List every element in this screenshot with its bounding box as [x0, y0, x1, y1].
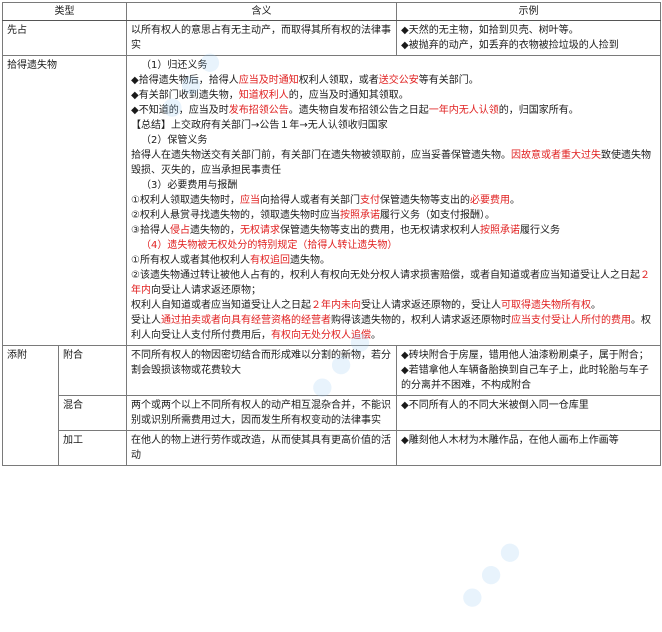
paragraph: 受让人通过拍卖或者向具有经营资格的经营者购得该遗失物的，权利人请求返还原物时应当…	[131, 315, 651, 341]
example-xianzhan: ◆天然的无主物，如拾到贝壳、树叶等。 ◆被抛弃的动产，如丢弃的衣物被捡垃圾的人捡…	[396, 20, 661, 56]
row-shide: 拾得遗失物 （1）归还义务 ◆拾得遗失物后，拾得人应当及时通知权利人领取，或者送…	[2, 55, 661, 346]
example-line: ◆砖块附合于房屋，错用他人油漆粉刷桌子，属于附合；	[401, 350, 649, 361]
paragraph: 权利人自知道或者应当知道受让人之日起２年内未向受让人请求返还原物的，受让人可取得…	[131, 300, 601, 311]
section-heading: （2）保管义务	[141, 135, 208, 146]
meaning-fuhe: 不同所有权人的物因密切结合而形成难以分割的新物，若分割会毁损该物或花费较大	[126, 345, 397, 396]
paragraph: ②权利人悬赏寻找遗失物的，领取遗失物时应当按照承诺履行义务（如支付报酬）。	[131, 210, 495, 221]
example-jiagong: ◆雕刻他人木材为木雕作品，在他人画布上作画等	[396, 430, 661, 466]
example-line: ◆被抛弃的动产，如丢弃的衣物被捡垃圾的人捡到	[401, 40, 619, 51]
header-meaning: 含义	[126, 2, 397, 21]
meaning-jiagong: 在他人的物上进行劳作或改造，从而使其具有更高价值的活动	[126, 430, 397, 466]
paragraph: ◆不知道的，应当及时发布招领公告。遗失物自发布招领公告之日起一年内无人认领的，归…	[131, 105, 579, 116]
legal-table: 类型 含义 示例 先占 以所有权人的意思占有无主动产，而取得其所有权的法律事实 …	[2, 2, 661, 466]
example-fuhe: ◆砖块附合于房屋，错用他人油漆粉刷桌子，属于附合； ◆若错拿他人车辆备胎换到自己…	[396, 345, 661, 396]
header-row: 类型 含义 示例	[2, 2, 661, 21]
row-fuhe: 添附 附合 不同所有权人的物因密切结合而形成难以分割的新物，若分割会毁损该物或花…	[2, 345, 661, 466]
summary: 【总结】上交政府有关部门→公告１年→无人认领收归国家	[131, 120, 388, 131]
paragraph: ③拾得人侵占遗失物的，无权请求保管遗失物等支出的费用，也无权请求权利人按照承诺履…	[131, 225, 560, 236]
section-heading: （1）归还义务	[141, 60, 208, 71]
meaning-xianzhan: 以所有权人的意思占有无主动产，而取得其所有权的法律事实	[126, 20, 397, 56]
header-type: 类型	[2, 2, 127, 21]
row-jiagong: 加工 在他人的物上进行劳作或改造，从而使其具有更高价值的活动 ◆雕刻他人木材为木…	[3, 430, 661, 466]
meaning-hunhe: 两个或两个以上不同所有权人的动产相互混杂合并，不能识别或识别所需费用过大，因而发…	[126, 395, 397, 431]
paragraph: ◆拾得遗失物后，拾得人应当及时通知权利人领取，或者送交公安等有关部门。	[131, 75, 479, 86]
section-heading: （3）必要费用与报酬	[141, 180, 238, 191]
type-tianfu: 添附	[2, 345, 59, 466]
paragraph: 拾得人在遗失物送交有关部门前，有关部门在遗失物被领取前，应当妥善保管遗失物。因故…	[131, 150, 651, 176]
subtype-hunhe: 混合	[58, 395, 127, 431]
row-hunhe: 混合 两个或两个以上不同所有权人的动产相互混杂合并，不能识别或识别所需费用过大，…	[3, 395, 661, 431]
example-hunhe: ◆不同所有人的不同大米被倒入同一仓库里	[396, 395, 661, 431]
type-xianzhan: 先占	[2, 20, 127, 56]
example-line: ◆天然的无主物，如拾到贝壳、树叶等。	[401, 25, 579, 36]
subtype-jiagong: 加工	[58, 430, 127, 466]
content-shide: （1）归还义务 ◆拾得遗失物后，拾得人应当及时通知权利人领取，或者送交公安等有关…	[126, 55, 661, 346]
paragraph: ①所有权人或者其他权利人有权追回遗失物。	[131, 255, 330, 266]
type-shide: 拾得遗失物	[2, 55, 127, 346]
paragraph: ②该遗失物通过转让被他人占有的，权利人有权向无处分权人请求损害赔偿，或者自知道或…	[131, 270, 650, 296]
section-heading: （4）遗失物被无权处分的特别规定（拾得人转让遗失物）	[141, 240, 398, 251]
paragraph: ①权利人领取遗失物时，应当向拾得人或者有关部门支付保管遗失物等支出的必要费用。	[131, 195, 520, 206]
row-xianzhan: 先占 以所有权人的意思占有无主动产，而取得其所有权的法律事实 ◆天然的无主物，如…	[2, 20, 661, 56]
example-line: ◆若错拿他人车辆备胎换到自己车子上，此时轮胎与车子的分离并不困难，不构成附合	[401, 365, 649, 391]
paragraph: ◆有关部门收到遗失物，知道权利人的，应当及时通知其领取。	[131, 90, 409, 101]
watermark: ● ● ●	[453, 534, 527, 614]
header-example: 示例	[396, 2, 661, 21]
subtype-fuhe: 附合	[58, 345, 127, 396]
